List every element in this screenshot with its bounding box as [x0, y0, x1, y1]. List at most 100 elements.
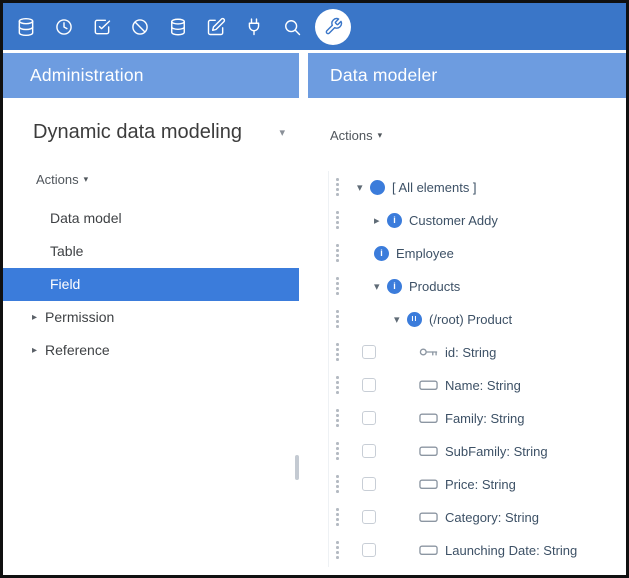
field-checkbox[interactable] — [362, 378, 376, 392]
all-elements-icon — [370, 180, 385, 195]
drag-handle-icon[interactable] — [336, 310, 340, 328]
drag-handle-icon[interactable] — [336, 211, 340, 229]
sidebar-item-permission[interactable]: ▸ Permission — [3, 301, 299, 334]
chevron-down-icon: ▾ — [378, 130, 383, 141]
tree-label: Family: String — [445, 411, 524, 426]
admin-actions-label: Actions — [36, 172, 79, 187]
left-panel-scrollbar[interactable] — [295, 455, 299, 480]
sidebar-item-reference[interactable]: ▸ Reference — [3, 334, 299, 367]
tree-row-field-name[interactable]: Name: String — [329, 369, 626, 402]
data-modeler-content: Actions ▾ ▾ [ All elements ] ▸ — [308, 98, 626, 575]
field-checkbox[interactable] — [362, 411, 376, 425]
drag-handle-icon[interactable] — [336, 343, 340, 361]
sidebar-item-data-model[interactable]: Data model — [3, 202, 299, 235]
page-title: Dynamic data modeling — [33, 118, 242, 146]
menu-item-label: Data model — [50, 210, 122, 226]
menu-item-label: Reference — [45, 342, 110, 358]
admin-panel-content: Dynamic data modeling ▾ Actions ▾ Data m… — [3, 98, 299, 575]
tree-row-employee[interactable]: i Employee — [329, 237, 626, 270]
search-icon[interactable] — [273, 3, 311, 50]
title-dropdown-icon[interactable]: ▾ — [279, 126, 285, 139]
drag-handle-icon[interactable] — [336, 442, 340, 460]
drag-handle-icon[interactable] — [336, 376, 340, 394]
admin-panel-header: Administration — [3, 53, 299, 98]
active-tool-circle — [315, 9, 351, 45]
modeler-actions-menu[interactable]: Actions ▾ — [330, 126, 382, 144]
doctype-icon: i — [374, 246, 389, 261]
tree-label: Employee — [396, 246, 454, 261]
chevron-down-icon: ▾ — [84, 174, 89, 185]
drag-handle-icon[interactable] — [336, 508, 340, 526]
field-checkbox[interactable] — [362, 345, 376, 359]
tree-label: Customer Addy — [409, 213, 498, 228]
tree-row-products[interactable]: ▾ i Products — [329, 270, 626, 303]
admin-actions-menu[interactable]: Actions ▾ — [36, 170, 88, 188]
field-checkbox[interactable] — [362, 477, 376, 491]
caret-collapsed-icon: ▸ — [32, 312, 37, 323]
modeler-actions-label: Actions — [330, 128, 373, 143]
drag-handle-icon[interactable] — [336, 244, 340, 262]
sidebar-item-field[interactable]: Field — [3, 268, 299, 301]
drag-handle-icon[interactable] — [336, 409, 340, 427]
tree-label: [ All elements ] — [392, 180, 477, 195]
data-modeler-header: Data modeler — [308, 53, 626, 98]
wrench-icon[interactable] — [311, 3, 355, 50]
database-icon[interactable] — [7, 3, 45, 50]
field-icon — [419, 544, 438, 556]
field-icon — [419, 412, 438, 424]
tree-label: Price: String — [445, 477, 516, 492]
admin-menu: Data model Table Field ▸ Permission ▸ Re — [3, 202, 299, 367]
tree-row-field-id[interactable]: id: String — [329, 336, 626, 369]
field-checkbox[interactable] — [362, 510, 376, 524]
menu-item-label: Field — [50, 276, 80, 292]
drag-handle-icon[interactable] — [336, 541, 340, 559]
app-window: Administration Dynamic data modeling ▾ A… — [0, 0, 629, 578]
tree-row-all-elements[interactable]: ▾ [ All elements ] — [329, 171, 626, 204]
check-square-icon[interactable] — [83, 3, 121, 50]
menu-item-label: Permission — [45, 309, 114, 325]
doctype-icon: i — [387, 213, 402, 228]
tree-row-field-price[interactable]: Price: String — [329, 468, 626, 501]
edit-icon[interactable] — [197, 3, 235, 50]
main-area: Administration Dynamic data modeling ▾ A… — [3, 53, 626, 575]
tree-label: Products — [409, 279, 460, 294]
top-toolbar — [3, 3, 626, 50]
tree-label: id: String — [445, 345, 496, 360]
tree-row-field-subfamily[interactable]: SubFamily: String — [329, 435, 626, 468]
tree-row-field-family[interactable]: Family: String — [329, 402, 626, 435]
tree-row-field-category[interactable]: Category: String — [329, 501, 626, 534]
block-icon[interactable] — [121, 3, 159, 50]
drag-handle-icon[interactable] — [336, 178, 340, 196]
tree-row-root-product[interactable]: ▾ II (/root) Product — [329, 303, 626, 336]
element-tree: ▾ [ All elements ] ▸ i Customer Addy — [328, 171, 626, 567]
drag-handle-icon[interactable] — [336, 277, 340, 295]
caret-collapsed-icon[interactable]: ▸ — [374, 214, 387, 227]
field-checkbox[interactable] — [362, 543, 376, 557]
plug-icon[interactable] — [235, 3, 273, 50]
tree-row-customer-addy[interactable]: ▸ i Customer Addy — [329, 204, 626, 237]
data-modeler-panel: Data modeler Actions ▾ ▾ [ All elements … — [308, 53, 626, 575]
caret-expanded-icon[interactable]: ▾ — [374, 280, 387, 293]
field-icon — [419, 511, 438, 523]
caret-collapsed-icon: ▸ — [32, 345, 37, 356]
sidebar-item-table[interactable]: Table — [3, 235, 299, 268]
clock-icon[interactable] — [45, 3, 83, 50]
page-title-row: Dynamic data modeling ▾ — [33, 118, 285, 146]
key-icon — [419, 346, 438, 358]
field-checkbox[interactable] — [362, 444, 376, 458]
database-alt-icon[interactable] — [159, 3, 197, 50]
field-icon — [419, 445, 438, 457]
root-product-icon: II — [407, 312, 422, 327]
tree-label: Launching Date: String — [445, 543, 577, 558]
drag-handle-icon[interactable] — [336, 475, 340, 493]
field-icon — [419, 478, 438, 490]
doctype-icon: i — [387, 279, 402, 294]
tree-label: Name: String — [445, 378, 521, 393]
caret-expanded-icon[interactable]: ▾ — [357, 181, 370, 194]
tree-row-field-launching-date[interactable]: Launching Date: String — [329, 534, 626, 567]
menu-item-label: Table — [50, 243, 83, 259]
tree-label: (/root) Product — [429, 312, 512, 327]
tree-label: SubFamily: String — [445, 444, 548, 459]
field-icon — [419, 379, 438, 391]
caret-expanded-icon[interactable]: ▾ — [394, 313, 407, 326]
